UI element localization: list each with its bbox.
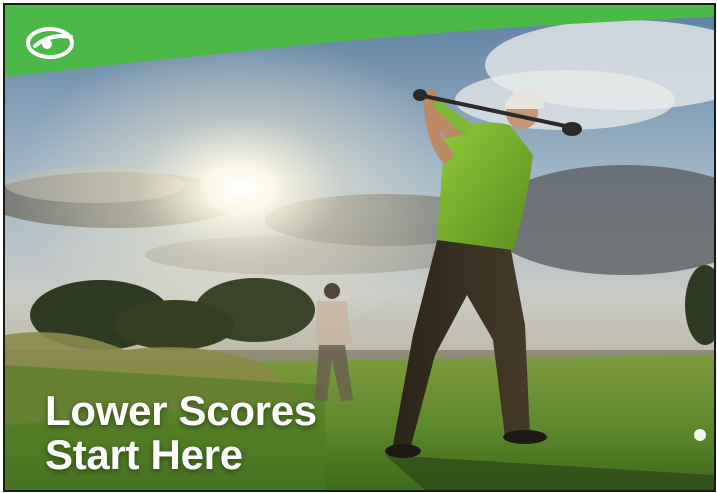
headline-line-1: Lower Scores [45,387,317,434]
golf-promo-banner[interactable]: Lower Scores Start Here [3,3,716,492]
golf-ball-swoosh-logo[interactable] [25,25,79,61]
headline: Lower Scores Start Here [45,389,317,477]
headline-line-2: Start Here [45,431,243,478]
